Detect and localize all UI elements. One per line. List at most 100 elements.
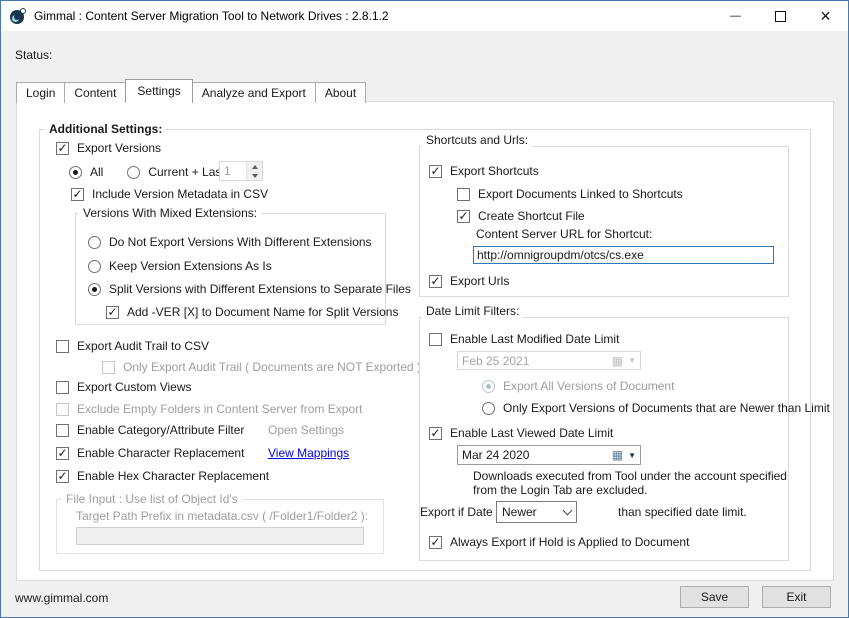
only-audit-label: Only Export Audit Trail ( Documents are … — [123, 360, 421, 374]
export-custom-views-checkbox[interactable] — [56, 381, 69, 394]
current-last-spinner[interactable]: 1 — [219, 161, 263, 181]
viewed-date-picker[interactable]: Mar 24 2020 ▦ ▼ — [457, 445, 641, 465]
export-shortcuts-row: ✓ Export Shortcuts — [429, 163, 539, 179]
keep-extensions-radio[interactable] — [88, 260, 101, 273]
add-ver-label: Add -VER [X] to Document Name for Split … — [127, 305, 398, 319]
export-if-date-label: Export if Date is — [420, 505, 505, 519]
category-filter-label: Enable Category/Attribute Filter — [77, 423, 244, 437]
export-if-date-suffix: than specified date limit. — [618, 505, 747, 519]
chevron-down-icon — [563, 506, 573, 516]
tab-analyze-and-export[interactable]: Analyze and Export — [192, 82, 316, 103]
add-ver-checkbox[interactable]: ✓ — [106, 306, 119, 319]
all-radio[interactable] — [69, 166, 82, 179]
minimize-button[interactable]: — — [713, 1, 758, 31]
always-export-hold-row: ✓ Always Export if Hold is Applied to Do… — [429, 534, 689, 550]
window-title: Gimmal : Content Server Migration Tool t… — [34, 9, 389, 23]
do-not-export-radio[interactable] — [88, 236, 101, 249]
maximize-icon — [775, 11, 786, 22]
spinner-value: 1 — [220, 162, 246, 180]
save-button[interactable]: Save — [680, 586, 749, 608]
create-shortcut-file-label: Create Shortcut File — [478, 209, 585, 223]
tab-about[interactable]: About — [315, 82, 366, 103]
export-audit-checkbox[interactable] — [56, 340, 69, 353]
hex-replacement-checkbox[interactable]: ✓ — [56, 470, 69, 483]
export-urls-label: Export Urls — [450, 274, 509, 288]
footer-website-row: www.gimmal.com — [15, 590, 108, 606]
tab-settings[interactable]: Settings — [125, 79, 192, 103]
calendar-icon: ▦ — [612, 355, 623, 367]
export-shortcuts-checkbox[interactable]: ✓ — [429, 165, 442, 178]
keep-extensions-row: Keep Version Extensions As Is — [88, 258, 272, 274]
export-shortcuts-label: Export Shortcuts — [450, 164, 539, 178]
close-button[interactable]: × — [803, 1, 848, 31]
status-label: Status: — [15, 48, 52, 62]
category-filter-checkbox[interactable] — [56, 424, 69, 437]
tab-login[interactable]: Login — [16, 82, 65, 103]
dropdown-arrow-icon: ▼ — [628, 451, 636, 460]
create-shortcut-file-row: ✓ Create Shortcut File — [457, 208, 585, 224]
current-last-radio[interactable] — [127, 166, 140, 179]
last-viewed-label: Enable Last Viewed Date Limit — [450, 426, 613, 440]
view-mappings-link[interactable]: View Mappings — [268, 446, 349, 460]
export-docs-linked-row: Export Documents Linked to Shortcuts — [457, 186, 683, 202]
export-all-versions-label: Export All Versions of Document — [503, 379, 674, 393]
export-audit-label: Export Audit Trail to CSV — [77, 339, 209, 353]
only-audit-row: Only Export Audit Trail ( Documents are … — [102, 359, 421, 375]
downloads-note-line2: from the Login Tab are excluded. — [473, 483, 648, 497]
char-replacement-checkbox[interactable]: ✓ — [56, 447, 69, 460]
target-path-input — [76, 527, 364, 545]
view-mappings-row: View Mappings — [268, 445, 349, 461]
export-versions-checkbox[interactable]: ✓ — [56, 142, 69, 155]
shortcut-url-input[interactable] — [473, 246, 774, 264]
additional-settings-title: Additional Settings: — [45, 122, 166, 136]
downloads-note-line1: Downloads executed from Tool under the a… — [473, 469, 787, 483]
include-version-metadata-checkbox[interactable]: ✓ — [71, 188, 84, 201]
modified-date-picker: Feb 25 2021 ▦ ▼ — [457, 351, 641, 370]
tab-content[interactable]: Content — [64, 82, 126, 103]
shortcuts-title: Shortcuts and Urls: — [422, 133, 532, 147]
export-docs-linked-checkbox[interactable] — [457, 188, 470, 201]
last-modified-checkbox[interactable] — [429, 333, 442, 346]
only-audit-checkbox — [102, 361, 115, 374]
file-input-title: File Input : Use list of Object Id's — [62, 492, 242, 506]
exclude-empty-folders-checkbox — [56, 403, 69, 416]
viewed-date-value: Mar 24 2020 — [462, 448, 607, 462]
last-viewed-checkbox[interactable]: ✓ — [429, 427, 442, 440]
split-versions-radio[interactable] — [88, 283, 101, 296]
split-versions-label: Split Versions with Different Extensions… — [109, 282, 411, 296]
minimize-icon: — — [730, 10, 741, 22]
char-replacement-label: Enable Character Replacement — [77, 446, 244, 460]
export-if-date-combobox[interactable]: Newer — [496, 501, 577, 523]
create-shortcut-file-checkbox[interactable]: ✓ — [457, 210, 470, 223]
open-settings-link: Open Settings — [268, 423, 344, 437]
open-settings-row: Open Settings — [268, 422, 344, 438]
date-filters-title: Date Limit Filters: — [422, 304, 523, 318]
category-filter-row: Enable Category/Attribute Filter — [56, 422, 244, 438]
versions-scope-row: All Current + Last — [69, 164, 225, 180]
keep-extensions-label: Keep Version Extensions As Is — [109, 259, 272, 273]
export-all-versions-radio — [482, 380, 495, 393]
exit-button[interactable]: Exit — [762, 586, 831, 608]
export-custom-views-row: Export Custom Views — [56, 379, 192, 395]
mixed-extensions-title: Versions With Mixed Extensions: — [79, 206, 261, 220]
export-urls-checkbox[interactable]: ✓ — [429, 275, 442, 288]
target-path-label: Target Path Prefix in metadata.csv ( /Fo… — [76, 509, 368, 523]
app-window: Gimmal : Content Server Migration Tool t… — [0, 0, 849, 618]
export-custom-views-label: Export Custom Views — [77, 380, 192, 394]
tab-strip: Login Content Settings Analyze and Expor… — [16, 82, 365, 103]
do-not-export-label: Do Not Export Versions With Different Ex… — [109, 235, 372, 249]
up-arrow-icon — [252, 165, 258, 169]
current-last-label: Current + Last — [148, 165, 224, 179]
exclude-empty-folders-row: Exclude Empty Folders in Content Server … — [56, 401, 362, 417]
always-export-hold-label: Always Export if Hold is Applied to Docu… — [450, 535, 689, 549]
spinner-down-button[interactable] — [247, 171, 262, 180]
status-row: Status: — [15, 47, 52, 63]
maximize-button[interactable] — [758, 1, 803, 31]
all-label: All — [90, 165, 103, 179]
always-export-hold-checkbox[interactable]: ✓ — [429, 536, 442, 549]
spinner-up-button[interactable] — [247, 162, 262, 171]
last-viewed-row: ✓ Enable Last Viewed Date Limit — [429, 425, 613, 441]
hex-replacement-row: ✓ Enable Hex Character Replacement — [56, 468, 269, 484]
export-all-versions-row: Export All Versions of Document — [482, 378, 674, 394]
only-newer-radio[interactable] — [482, 402, 495, 415]
